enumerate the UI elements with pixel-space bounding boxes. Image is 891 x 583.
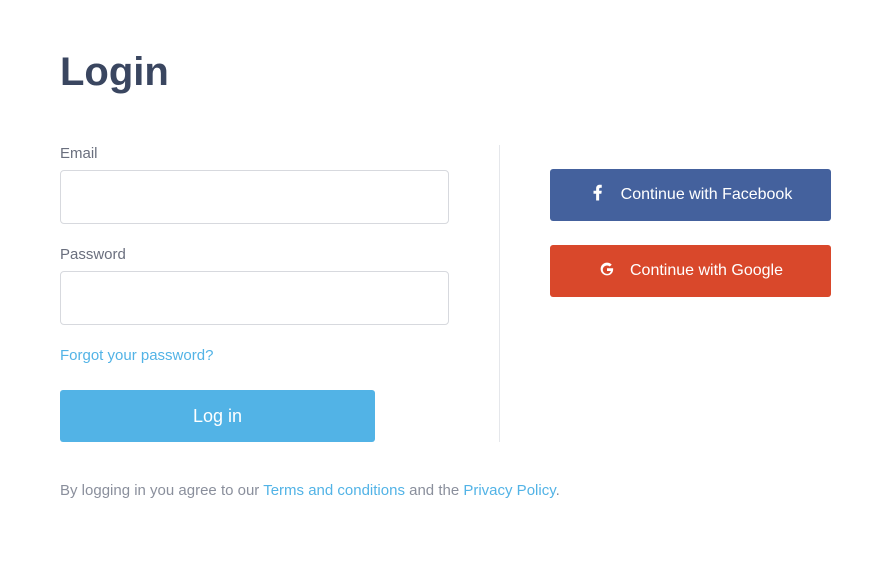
google-icon bbox=[598, 260, 616, 283]
email-field-group: Email bbox=[60, 145, 449, 224]
terms-conditions-link[interactable]: Terms and conditions bbox=[263, 482, 405, 499]
google-button-label: Continue with Google bbox=[630, 262, 783, 280]
continue-google-button[interactable]: Continue with Google bbox=[550, 245, 831, 297]
email-label: Email bbox=[60, 145, 449, 162]
social-login-column: Continue with Facebook Continue with Goo… bbox=[500, 145, 831, 442]
terms-middle: and the bbox=[405, 482, 463, 499]
terms-suffix: . bbox=[556, 482, 560, 499]
login-button[interactable]: Log in bbox=[60, 390, 375, 442]
forgot-password-link[interactable]: Forgot your password? bbox=[60, 347, 213, 364]
login-form-column: Email Password Forgot your password? Log… bbox=[60, 145, 500, 442]
continue-facebook-button[interactable]: Continue with Facebook bbox=[550, 169, 831, 221]
facebook-icon bbox=[589, 184, 607, 207]
login-columns: Email Password Forgot your password? Log… bbox=[60, 145, 831, 442]
password-field-group: Password bbox=[60, 246, 449, 325]
facebook-button-label: Continue with Facebook bbox=[621, 186, 793, 204]
password-label: Password bbox=[60, 246, 449, 263]
terms-text: By logging in you agree to our Terms and… bbox=[60, 482, 831, 499]
terms-prefix: By logging in you agree to our bbox=[60, 482, 263, 499]
email-field[interactable] bbox=[60, 170, 449, 224]
privacy-policy-link[interactable]: Privacy Policy bbox=[463, 482, 555, 499]
password-field[interactable] bbox=[60, 271, 449, 325]
page-title: Login bbox=[60, 50, 831, 95]
